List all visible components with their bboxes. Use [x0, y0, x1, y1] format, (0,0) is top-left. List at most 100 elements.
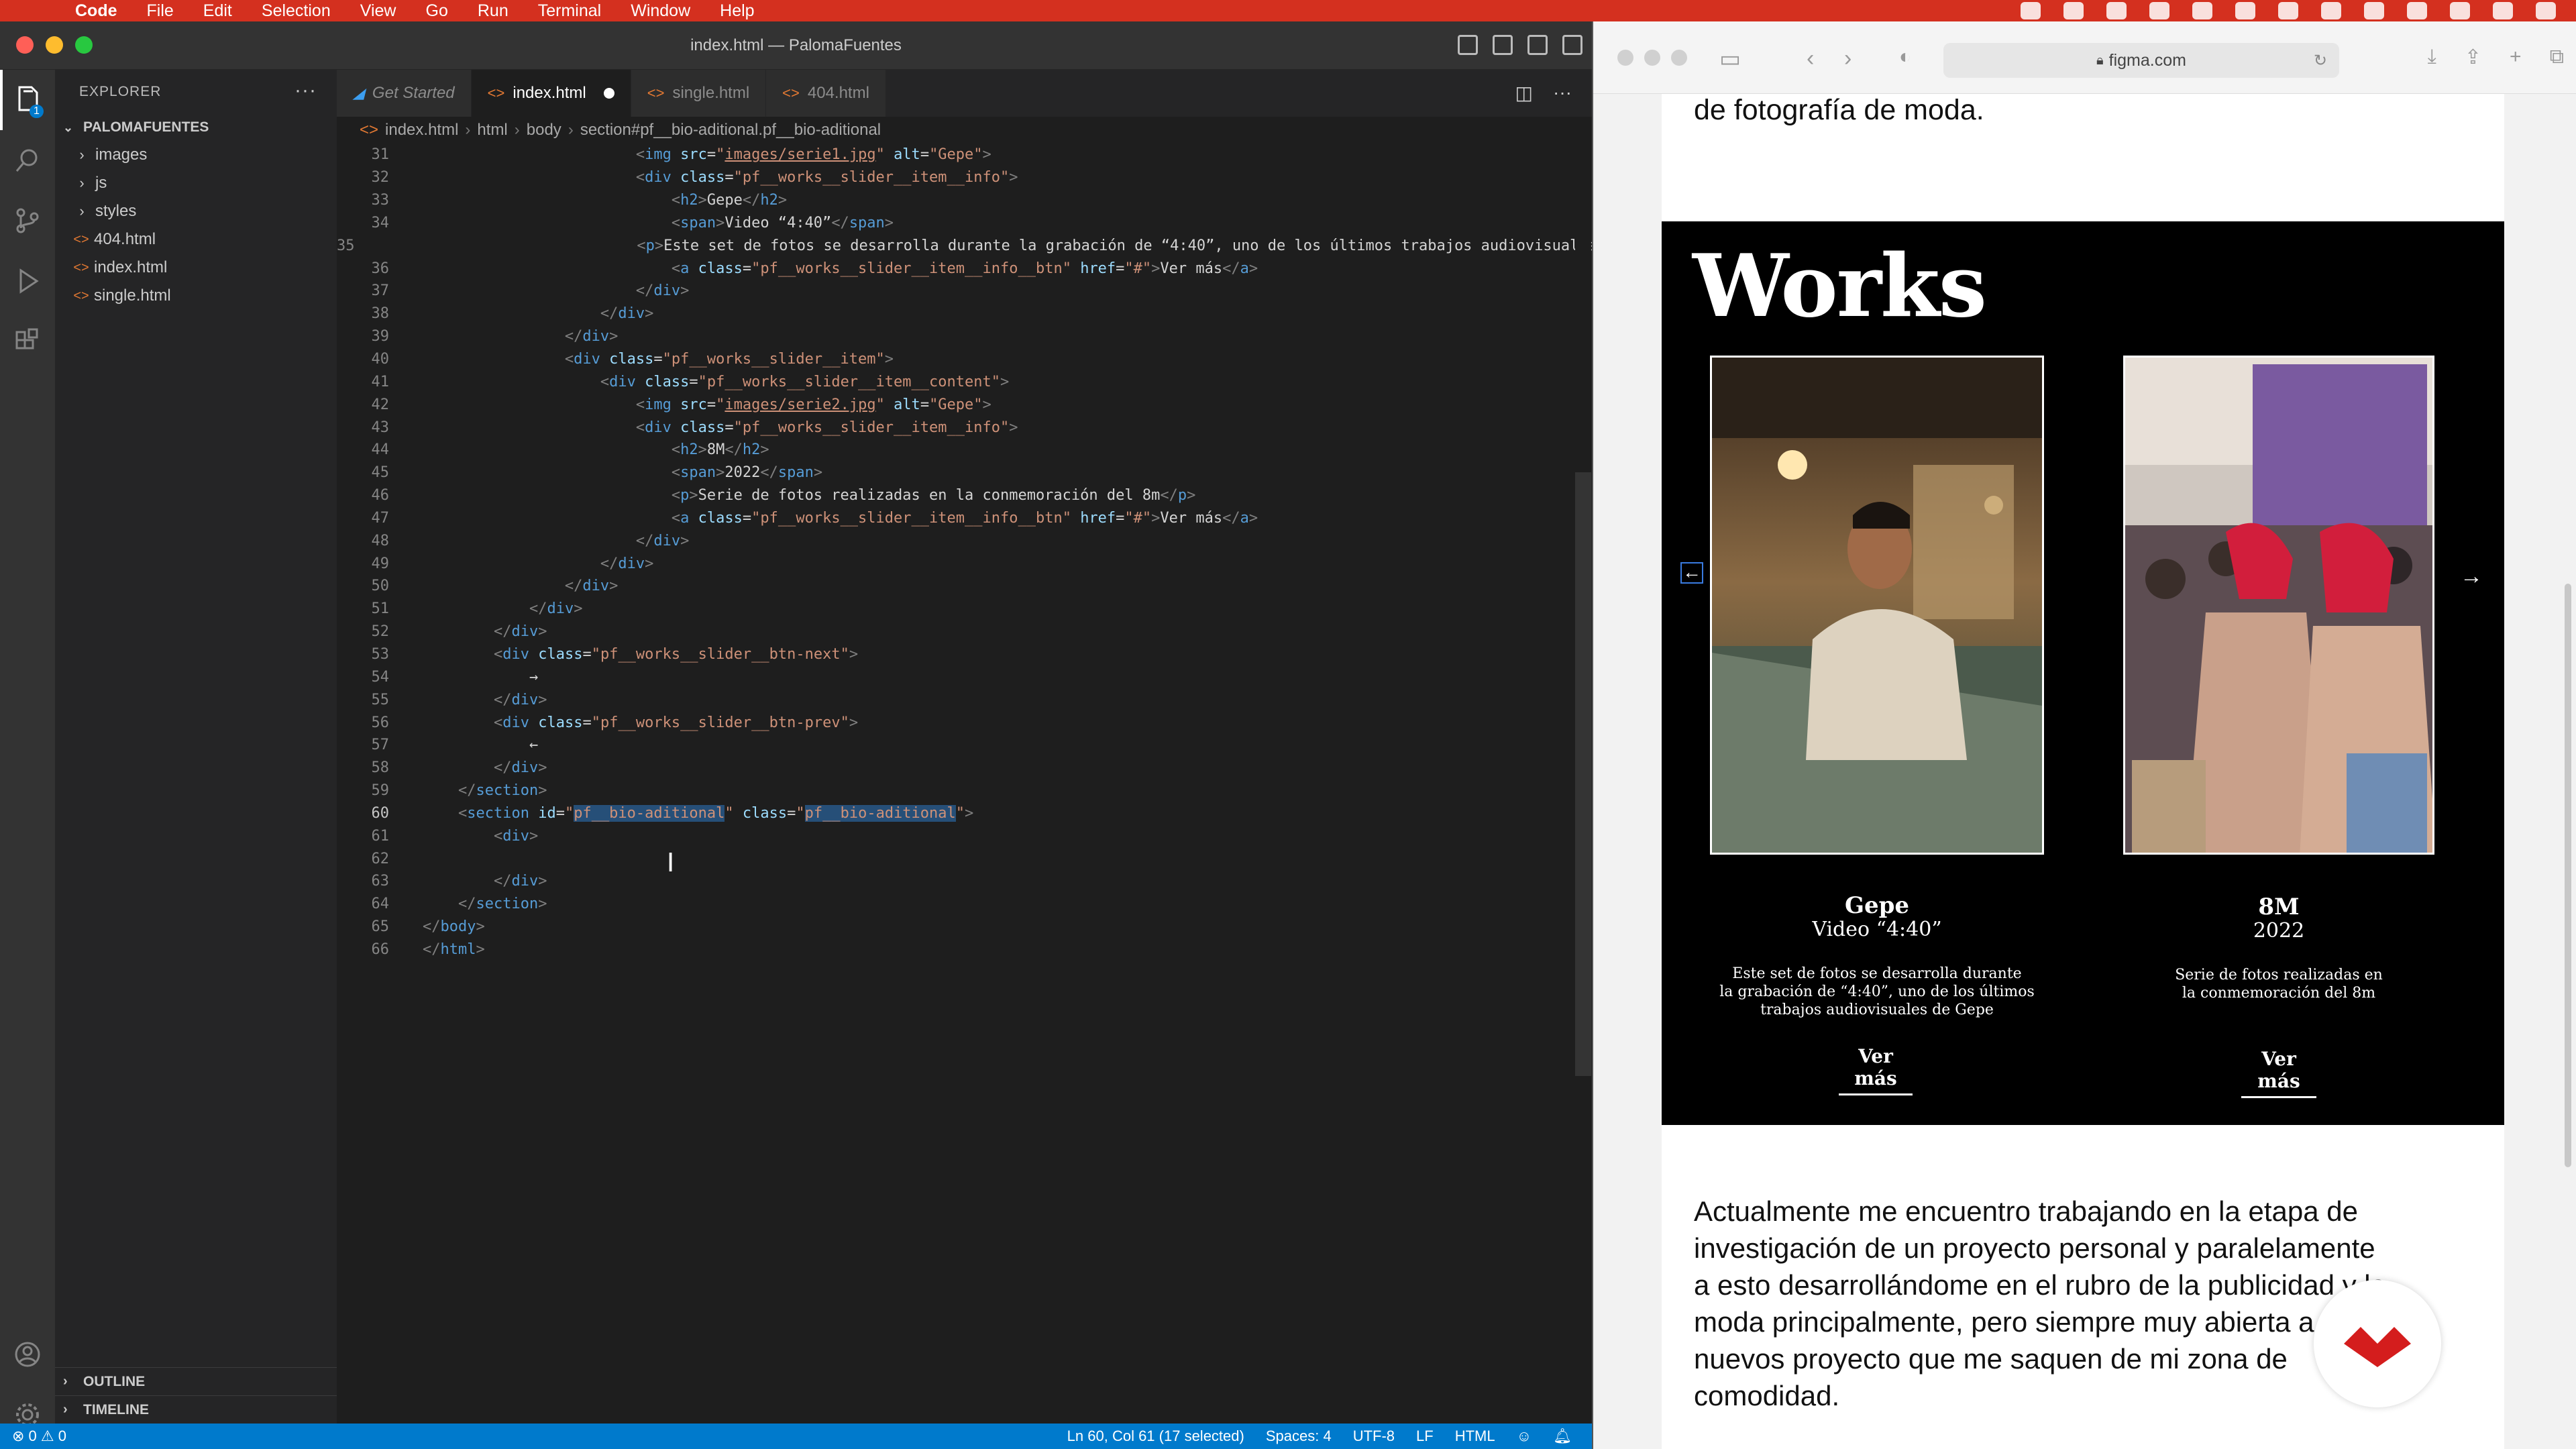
- menu-edit[interactable]: Edit: [203, 1, 232, 21]
- split-editor-icon[interactable]: ◫: [1515, 82, 1533, 104]
- code-line[interactable]: 51 </div>: [337, 598, 1592, 621]
- code-line[interactable]: 58 </div>: [337, 757, 1592, 780]
- menu-terminal[interactable]: Terminal: [538, 1, 601, 21]
- code-line[interactable]: 40 <div class="pf__works__slider__item">: [337, 348, 1592, 371]
- privacy-shield-icon[interactable]: ◐: [1899, 46, 1911, 68]
- tab-single-html[interactable]: <> single.html: [631, 70, 767, 117]
- code-editor[interactable]: 31 <img src="images/serie1.jpg" alt="Gep…: [337, 144, 1592, 1422]
- tree-folder-styles[interactable]: › styles: [55, 197, 337, 225]
- tree-folder-images[interactable]: › images: [55, 141, 337, 169]
- battery-icon[interactable]: [2493, 2, 2513, 19]
- code-line[interactable]: 36 <a class="pf__works__slider__item__in…: [337, 257, 1592, 280]
- menu-go[interactable]: Go: [426, 1, 448, 21]
- code-line[interactable]: 62: [337, 847, 1592, 870]
- search-icon[interactable]: [2450, 2, 2470, 19]
- ver-mas-button-gepe[interactable]: Ver más: [1839, 1045, 1913, 1095]
- slider-prev-button[interactable]: ←: [1680, 562, 1703, 584]
- floating-logo-button[interactable]: [2314, 1280, 2441, 1407]
- browser-scrollbar[interactable]: [2565, 584, 2571, 1167]
- notifications-bell-icon[interactable]: 🔔︎: [1553, 1428, 1572, 1445]
- scrollbar-thumb[interactable]: [1575, 472, 1591, 1076]
- source-control-icon[interactable]: [0, 191, 55, 251]
- extensions-icon[interactable]: [0, 311, 55, 372]
- download-icon[interactable]: ⤓: [2428, 46, 2436, 69]
- feedback-icon[interactable]: ☺: [1517, 1428, 1532, 1445]
- code-line[interactable]: 33 <h2>Gepe</h2>: [337, 189, 1592, 212]
- menu-view[interactable]: View: [360, 1, 396, 21]
- tab-overview-icon[interactable]: ⧉: [2550, 46, 2564, 69]
- new-tab-icon[interactable]: +: [2510, 46, 2522, 69]
- menu-run[interactable]: Run: [478, 1, 508, 21]
- code-line[interactable]: 65 </body>: [337, 916, 1592, 938]
- search-icon[interactable]: [0, 130, 55, 191]
- code-line[interactable]: 38 </div>: [337, 303, 1592, 325]
- tab-index-html[interactable]: <> index.html: [471, 70, 631, 117]
- tree-file-index[interactable]: <> index.html: [55, 254, 337, 282]
- work-image-8m[interactable]: [2123, 356, 2434, 855]
- indentation-status[interactable]: Spaces: 4: [1266, 1428, 1332, 1445]
- code-line[interactable]: 61 <div>: [337, 824, 1592, 847]
- breadcrumb-item[interactable]: section#pf__bio-aditional.pf__bio-aditio…: [580, 121, 881, 140]
- back-arrow-icon[interactable]: ‹: [1807, 46, 1814, 72]
- eol-status[interactable]: LF: [1416, 1428, 1434, 1445]
- menu-window[interactable]: Window: [631, 1, 690, 21]
- close-window-button[interactable]: [1617, 50, 1633, 66]
- code-line[interactable]: 50 </div>: [337, 575, 1592, 598]
- creative-cloud-icon[interactable]: [2021, 2, 2041, 19]
- wifi-icon[interactable]: [2278, 2, 2298, 19]
- menu-help[interactable]: Help: [720, 1, 754, 21]
- more-actions-icon[interactable]: ···: [1553, 82, 1572, 104]
- code-line[interactable]: 42 <img src="images/serie2.jpg" alt="Gep…: [337, 393, 1592, 416]
- editor-vertical-scrollbar[interactable]: [1575, 144, 1591, 1422]
- code-line[interactable]: 60 <section id="pf__bio-aditional" class…: [337, 802, 1592, 824]
- toggle-secondary-sidebar-icon[interactable]: [1527, 35, 1548, 55]
- sync-icon[interactable]: [2063, 2, 2084, 19]
- encoding-status[interactable]: UTF-8: [1353, 1428, 1395, 1445]
- close-window-button[interactable]: [16, 36, 34, 54]
- code-line[interactable]: 56 <div class="pf__works__slider__btn-pr…: [337, 711, 1592, 734]
- code-line[interactable]: 34 <span>Video “4:40”</span>: [337, 212, 1592, 235]
- code-line[interactable]: 43 <div class="pf__works__slider__item__…: [337, 416, 1592, 439]
- code-line[interactable]: 59 </section>: [337, 780, 1592, 802]
- unsaved-dot-icon[interactable]: [603, 88, 614, 99]
- code-line[interactable]: 35 <p>Este set de fotos se desarrolla du…: [337, 234, 1592, 257]
- tree-folder-js[interactable]: › js: [55, 169, 337, 197]
- code-line[interactable]: 55 </div>: [337, 688, 1592, 711]
- ver-mas-button-8m[interactable]: Ver más: [2241, 1048, 2316, 1098]
- code-line[interactable]: 41 <div class="pf__works__slider__item__…: [337, 370, 1592, 393]
- cursor-position-status[interactable]: Ln 60, Col 61 (17 selected): [1067, 1428, 1244, 1445]
- control-center-icon[interactable]: [2536, 2, 2556, 19]
- menu-app-name[interactable]: Code: [75, 1, 117, 21]
- problems-status[interactable]: ⊗ 0 ⚠ 0: [12, 1428, 66, 1445]
- menu-selection[interactable]: Selection: [262, 1, 331, 21]
- code-line[interactable]: 39 </div>: [337, 325, 1592, 348]
- timeline-panel-header[interactable]: › TIMELINE: [55, 1395, 337, 1424]
- address-bar[interactable]: 🔒︎ figma.com ↻: [1943, 43, 2339, 78]
- code-line[interactable]: 52 </div>: [337, 621, 1592, 643]
- code-line[interactable]: 63 </div>: [337, 870, 1592, 893]
- code-line[interactable]: 47 <a class="pf__works__slider__item__in…: [337, 507, 1592, 530]
- menu-file[interactable]: File: [147, 1, 174, 21]
- breadcrumb-item[interactable]: body: [527, 121, 561, 140]
- code-line[interactable]: 48 </div>: [337, 529, 1592, 552]
- code-line[interactable]: 45 <span>2022</span>: [337, 462, 1592, 484]
- user-icon[interactable]: [2364, 2, 2384, 19]
- code-line[interactable]: 37 </div>: [337, 280, 1592, 303]
- code-line[interactable]: 64 </section>: [337, 893, 1592, 916]
- more-actions-icon[interactable]: ···: [294, 79, 317, 102]
- app-icon[interactable]: [2235, 2, 2255, 19]
- zoom-window-button[interactable]: [1671, 50, 1687, 66]
- code-line[interactable]: 31 <img src="images/serie1.jpg" alt="Gep…: [337, 144, 1592, 166]
- work-image-gepe[interactable]: [1710, 356, 2044, 855]
- slider-next-button[interactable]: →: [2460, 564, 2483, 590]
- workspace-folder[interactable]: ⌄ PALOMAFUENTES: [55, 114, 337, 141]
- share-icon[interactable]: ⇪: [2465, 46, 2481, 69]
- code-line[interactable]: 66 </html>: [337, 938, 1592, 961]
- code-line[interactable]: 44 <h2>8M</h2>: [337, 439, 1592, 462]
- run-debug-icon[interactable]: [0, 251, 55, 311]
- toggle-panel-icon[interactable]: [1493, 35, 1513, 55]
- code-line[interactable]: 53 <div class="pf__works__slider__btn-ne…: [337, 643, 1592, 666]
- reload-icon[interactable]: ↻: [2314, 51, 2327, 70]
- code-line[interactable]: 49 </div>: [337, 552, 1592, 575]
- minimize-window-button[interactable]: [1644, 50, 1660, 66]
